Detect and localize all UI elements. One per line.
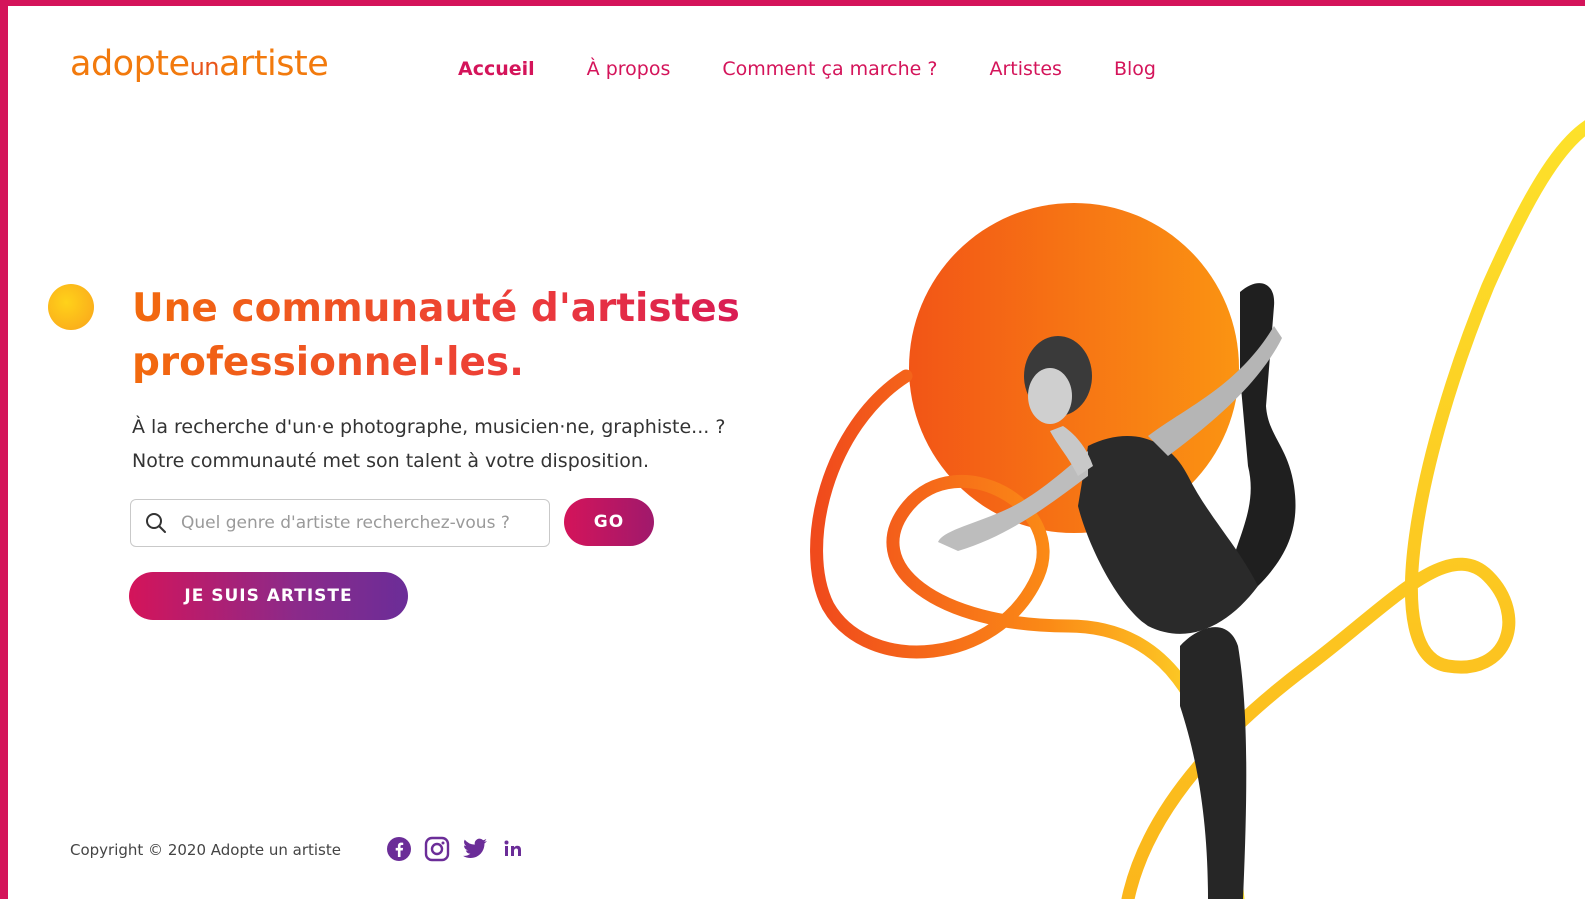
instagram-icon[interactable] — [424, 836, 450, 862]
nav-item-artistes[interactable]: Artistes — [989, 58, 1061, 80]
twitter-icon[interactable] — [462, 836, 488, 862]
go-button[interactable]: GO — [564, 498, 654, 546]
hero-subtitle: À la recherche d'un·e photographe, music… — [132, 410, 812, 478]
nav-item-a-propos[interactable]: À propos — [587, 58, 671, 80]
hero-title: Une communauté d'artistes professionnel·… — [132, 282, 792, 390]
nav-item-blog[interactable]: Blog — [1114, 58, 1156, 80]
hero-title-line1: Une communauté d'artistes — [132, 286, 740, 331]
hero-subtitle-line2: Notre communauté met son talent à votre … — [132, 450, 649, 472]
nav-item-accueil[interactable]: Accueil — [458, 58, 535, 80]
page: adopteunartiste Accueil À propos Comment… — [8, 6, 1585, 899]
logo-part-adopte: adopte — [70, 44, 190, 84]
hero-subtitle-line1: À la recherche d'un·e photographe, music… — [132, 416, 726, 438]
logo-part-artiste: artiste — [218, 44, 329, 84]
nav-item-comment-ca-marche[interactable]: Comment ça marche ? — [722, 58, 937, 80]
je-suis-artiste-button[interactable]: JE SUIS ARTISTE — [129, 572, 408, 620]
artist-search-box — [130, 499, 550, 547]
linkedin-icon[interactable] — [500, 836, 526, 862]
decorative-yellow-dot — [48, 284, 94, 330]
logo-part-un: un — [189, 53, 220, 81]
search-input[interactable] — [181, 513, 549, 533]
footer-copyright: Copyright © 2020 Adopte un artiste — [70, 841, 341, 859]
search-icon — [145, 512, 167, 534]
social-links — [386, 836, 526, 862]
logo[interactable]: adopteunartiste — [70, 44, 329, 84]
main-nav: Accueil À propos Comment ça marche ? Art… — [458, 58, 1208, 80]
hero-title-line2: professionnel·les. — [132, 340, 524, 385]
facebook-icon[interactable] — [386, 836, 412, 862]
hero-illustration — [788, 106, 1585, 899]
